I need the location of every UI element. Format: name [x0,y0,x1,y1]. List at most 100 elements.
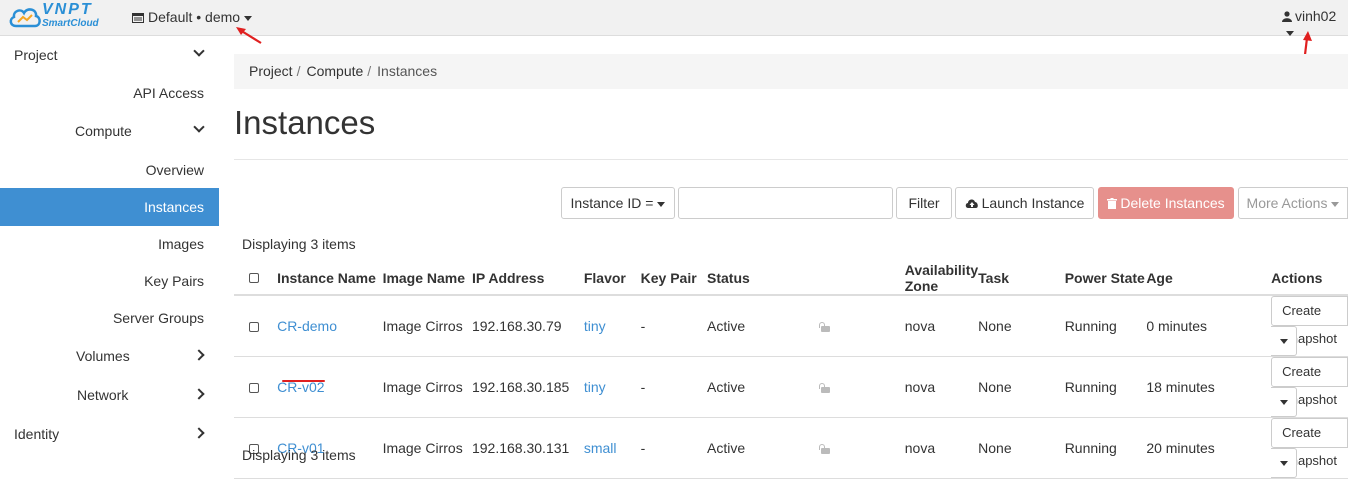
more-actions-label: More Actions [1246,195,1328,211]
flavor-link[interactable]: tiny [584,318,606,334]
table-row: CR-demo Image Cirros 192.168.30.79 tiny … [234,295,1348,357]
user-menu-dropdown[interactable]: vinh02 [1282,8,1348,40]
sidebar-item-network[interactable]: Network [0,376,219,414]
annotation-arrow-icon [236,27,262,44]
sidebar-item-server-groups[interactable]: Server Groups [0,299,219,337]
display-count-bottom: Displaying 3 items [242,447,356,463]
column-header[interactable]: Image Name [382,261,472,296]
column-header[interactable]: Task [978,261,1065,296]
power-state-cell: Running [1064,417,1147,479]
delete-instances-label: Delete Instances [1120,195,1225,211]
age-cell: 18 minutes [1146,356,1272,418]
delete-instances-button[interactable]: Delete Instances [1098,187,1234,219]
sidebar-item-label: Images [158,236,204,252]
sidebar-item-label: Key Pairs [144,273,204,289]
breadcrumb-separator: / [367,63,372,79]
flavor-link[interactable]: tiny [584,379,606,395]
chevron-right-icon [193,349,205,361]
task-cell: None [978,295,1065,357]
key-pair-cell: - [640,356,708,418]
table-row: CR-v01 Image Cirros 192.168.30.131 small… [234,417,1348,479]
breadcrumb-compute[interactable]: Compute [306,63,363,79]
column-header[interactable]: Key Pair [640,261,708,296]
power-state-cell: Running [1064,295,1147,357]
window-icon [132,13,144,23]
lock-icon[interactable] [818,383,831,394]
lock-icon[interactable] [818,444,831,455]
instance-name-link[interactable]: CR-demo [277,318,337,334]
chevron-down-icon [244,15,253,21]
age-cell: 0 minutes [1146,295,1272,357]
ip-address-cell: 192.168.30.185 [471,356,584,418]
column-header: Actions [1271,261,1348,296]
sidebar-item-volumes[interactable]: Volumes [0,337,219,375]
sidebar-item-project[interactable]: Project [0,36,219,74]
chevron-down-icon [1286,30,1294,36]
column-header[interactable]: Instance Name [277,261,383,296]
sidebar-item-api-access[interactable]: API Access [0,74,219,112]
divider [234,159,1348,160]
sidebar-item-key-pairs[interactable]: Key Pairs [0,262,219,300]
filter-field-label: Instance ID = [570,195,654,211]
filter-input[interactable] [678,187,893,219]
create-snapshot-button[interactable]: Create Snapshot [1271,357,1348,407]
chevron-right-icon [193,427,205,439]
more-actions-dropdown[interactable]: More Actions [1238,187,1348,219]
vnpt-logo[interactable]: VNPT SmartCloud [8,1,108,33]
table-row: CR-v02 Image Cirros 192.168.30.185 tiny … [234,356,1348,418]
column-header[interactable]: Availability Zone [904,261,979,296]
image-name-cell: Image Cirros [382,356,472,418]
row-checkbox[interactable] [249,321,259,332]
age-cell: 20 minutes [1146,417,1272,479]
sidebar-item-label: Server Groups [112,310,204,326]
top-navbar: VNPT SmartCloud Default • demo vinh02 [0,0,1348,36]
logo-subtitle: SmartCloud [42,18,99,29]
row-actions-dropdown[interactable] [1271,448,1298,478]
row-actions-dropdown[interactable] [1271,326,1298,356]
ip-address-cell: 192.168.30.79 [471,295,584,357]
sidebar-item-label: Instances [144,199,204,215]
task-cell: None [978,417,1065,479]
launch-instance-button[interactable]: Launch Instance [955,187,1094,219]
annotation-underline [282,380,325,382]
chevron-down-icon [1331,201,1340,207]
sidebar-item-label: Project [14,47,58,63]
sidebar-item-label: Overview [145,162,204,178]
column-header[interactable]: Status [707,261,793,296]
sidebar-item-instances[interactable]: Instances [0,188,219,226]
sidebar-item-overview[interactable]: Overview [0,151,219,189]
select-all-checkbox[interactable] [249,273,259,283]
launch-instance-label: Launch Instance [981,195,1085,211]
select-all-checkbox-cell [234,261,278,296]
sidebar-item-label: Volumes [76,348,130,364]
project-selector-dropdown[interactable]: Default • demo [132,9,253,25]
column-header[interactable]: Flavor [583,261,641,296]
create-snapshot-button[interactable]: Create Snapshot [1271,418,1348,468]
column-header[interactable]: Power State [1064,261,1147,296]
column-header[interactable]: Age [1146,261,1272,296]
row-actions-dropdown[interactable] [1271,387,1298,417]
chevron-right-icon [193,388,205,400]
power-state-cell: Running [1064,356,1147,418]
task-cell: None [978,356,1065,418]
cloud-logo-icon [9,8,41,28]
sidebar-nav: Project API Access Compute Overview Inst… [0,36,219,490]
breadcrumb-project[interactable]: Project [249,63,293,79]
sidebar-item-images[interactable]: Images [0,225,219,263]
breadcrumb-separator: / [296,63,301,79]
status-cell: Active [707,417,793,479]
filter-field-dropdown[interactable]: Instance ID = [561,187,675,219]
project-selector-label: Default • demo [148,9,241,25]
lock-icon[interactable] [818,322,831,333]
filter-button[interactable]: Filter [896,187,952,219]
availability-zone-cell: nova [904,417,979,479]
create-snapshot-button[interactable]: Create Snapshot [1271,296,1348,346]
row-checkbox[interactable] [249,382,259,393]
sidebar-item-compute[interactable]: Compute [0,112,219,150]
column-header[interactable]: IP Address [471,261,584,296]
logo-title: VNPT [42,1,93,18]
chevron-down-icon [657,201,666,207]
user-name: vinh02 [1295,8,1337,24]
flavor-link[interactable]: small [584,440,617,456]
sidebar-item-identity[interactable]: Identity [0,415,219,453]
